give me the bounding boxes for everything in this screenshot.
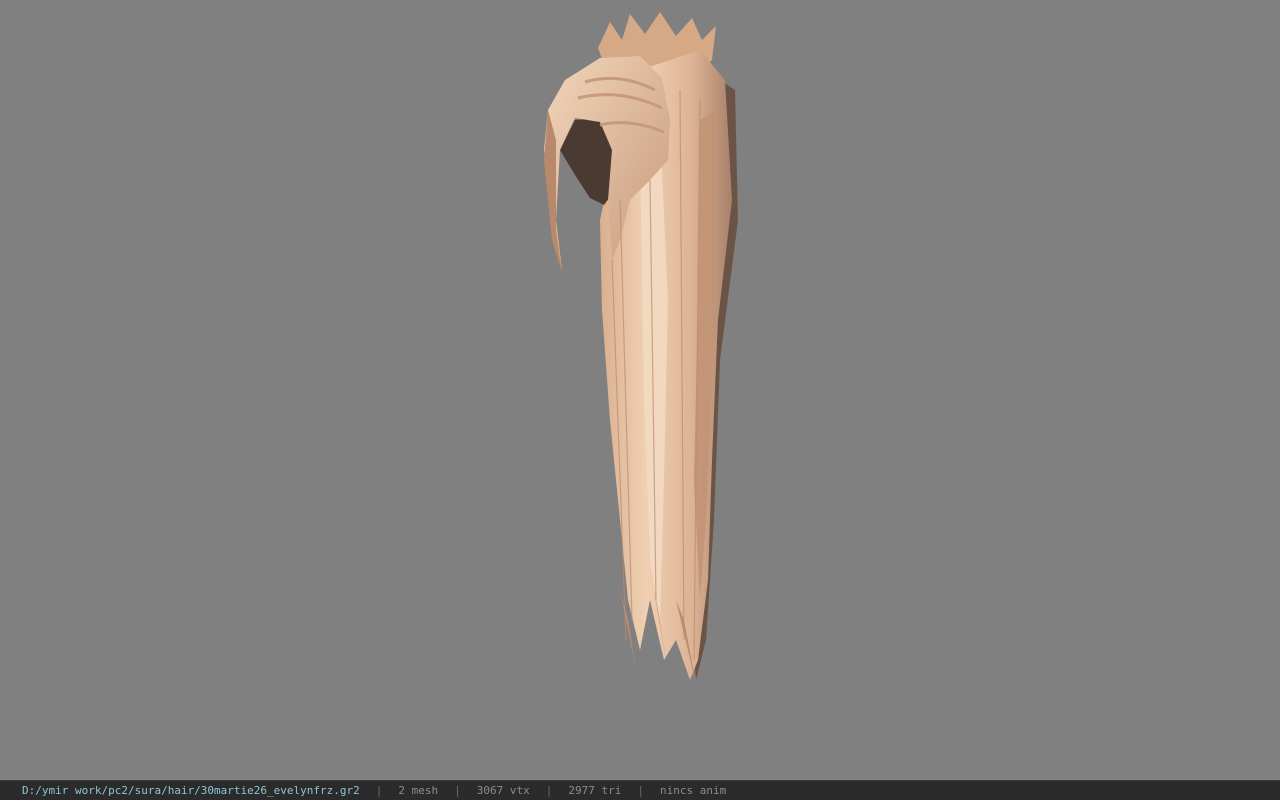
hair-model-render[interactable] xyxy=(0,0,1280,780)
separator: | xyxy=(454,784,461,797)
separator: | xyxy=(375,784,383,797)
file-path-label: D:/ymir work/pc2/sura/hair/30martie26_ev… xyxy=(22,784,360,797)
separator: | xyxy=(637,784,644,797)
vertex-count-label: 3067 vtx xyxy=(476,784,530,797)
triangle-count-label: 2977 tri xyxy=(568,784,622,797)
3d-viewport[interactable] xyxy=(0,0,1280,780)
status-bar: D:/ymir work/pc2/sura/hair/30martie26_ev… xyxy=(0,780,1280,800)
anim-status-label: nincs anim xyxy=(659,784,727,797)
mesh-count-label: 2 mesh xyxy=(398,784,439,797)
separator: | xyxy=(545,784,553,797)
